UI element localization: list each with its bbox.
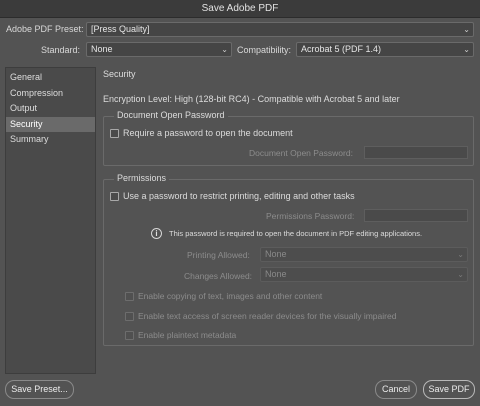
sidebar-item-general[interactable]: General <box>6 70 95 86</box>
document-open-password-label: Document Open Password: <box>249 148 353 158</box>
panel-title: Security <box>103 69 136 79</box>
document-open-password-field[interactable] <box>364 146 468 159</box>
window-title: Save Adobe PDF <box>201 3 279 14</box>
window-titlebar: Save Adobe PDF <box>0 0 480 18</box>
printing-allowed-label: Printing Allowed: <box>187 250 250 260</box>
chevron-down-icon: ⌄ <box>221 45 228 54</box>
document-open-password-title: Document Open Password <box>114 110 228 120</box>
save-preset-button[interactable]: Save Preset... <box>5 380 74 399</box>
cancel-button[interactable]: Cancel <box>375 380 417 399</box>
permissions-password-label: Permissions Password: <box>266 211 355 221</box>
changes-allowed-select[interactable]: None ⌄ <box>260 267 468 282</box>
chevron-down-icon: ⌄ <box>457 250 464 259</box>
enable-screen-reader-label: Enable text access of screen reader devi… <box>138 311 397 321</box>
sidebar-item-compression[interactable]: Compression <box>6 86 95 102</box>
changes-allowed-label: Changes Allowed: <box>184 271 253 281</box>
permissions-title: Permissions <box>114 173 170 183</box>
preset-label: Adobe PDF Preset: <box>6 24 84 34</box>
save-pdf-button[interactable]: Save PDF <box>423 380 475 399</box>
sidebar-item-summary[interactable]: Summary <box>6 132 95 148</box>
enable-copying-checkbox[interactable] <box>125 292 134 301</box>
changes-allowed-value: None <box>265 269 287 279</box>
use-permissions-password-checkbox[interactable] <box>110 192 119 201</box>
use-permissions-password-label: Use a password to restrict printing, edi… <box>123 191 355 201</box>
enable-screen-reader-checkbox[interactable] <box>125 312 134 321</box>
sidebar-item-security[interactable]: Security <box>6 116 95 132</box>
permissions-info-text: This password is required to open the do… <box>169 229 423 238</box>
encryption-level-text: Encryption Level: High (128-bit RC4) - C… <box>103 94 400 104</box>
require-open-password-label: Require a password to open the document <box>123 128 293 138</box>
require-open-password-checkbox[interactable] <box>110 129 119 138</box>
preset-value: [Press Quality] <box>91 24 150 34</box>
enable-metadata-label: Enable plaintext metadata <box>138 330 237 340</box>
enable-copying-label: Enable copying of text, images and other… <box>138 291 323 301</box>
standard-value: None <box>91 44 113 54</box>
sidebar-item-output[interactable]: Output <box>6 101 95 117</box>
enable-metadata-checkbox[interactable] <box>125 331 134 340</box>
printing-allowed-value: None <box>265 249 287 259</box>
chevron-down-icon: ⌄ <box>457 270 464 279</box>
chevron-down-icon: ⌄ <box>463 45 470 54</box>
standard-label: Standard: <box>41 45 81 55</box>
printing-allowed-select[interactable]: None ⌄ <box>260 247 468 262</box>
info-icon: i <box>151 228 162 239</box>
sidebar: General Compression Output Security Summ… <box>5 67 96 374</box>
chevron-down-icon: ⌄ <box>463 25 470 34</box>
compatibility-select[interactable]: Acrobat 5 (PDF 1.4) ⌄ <box>296 42 474 57</box>
compatibility-value: Acrobat 5 (PDF 1.4) <box>301 44 382 54</box>
preset-select[interactable]: [Press Quality] ⌄ <box>86 22 474 37</box>
permissions-password-field[interactable] <box>364 209 468 222</box>
compatibility-label: Compatibility: <box>237 45 292 55</box>
standard-select[interactable]: None ⌄ <box>86 42 232 57</box>
